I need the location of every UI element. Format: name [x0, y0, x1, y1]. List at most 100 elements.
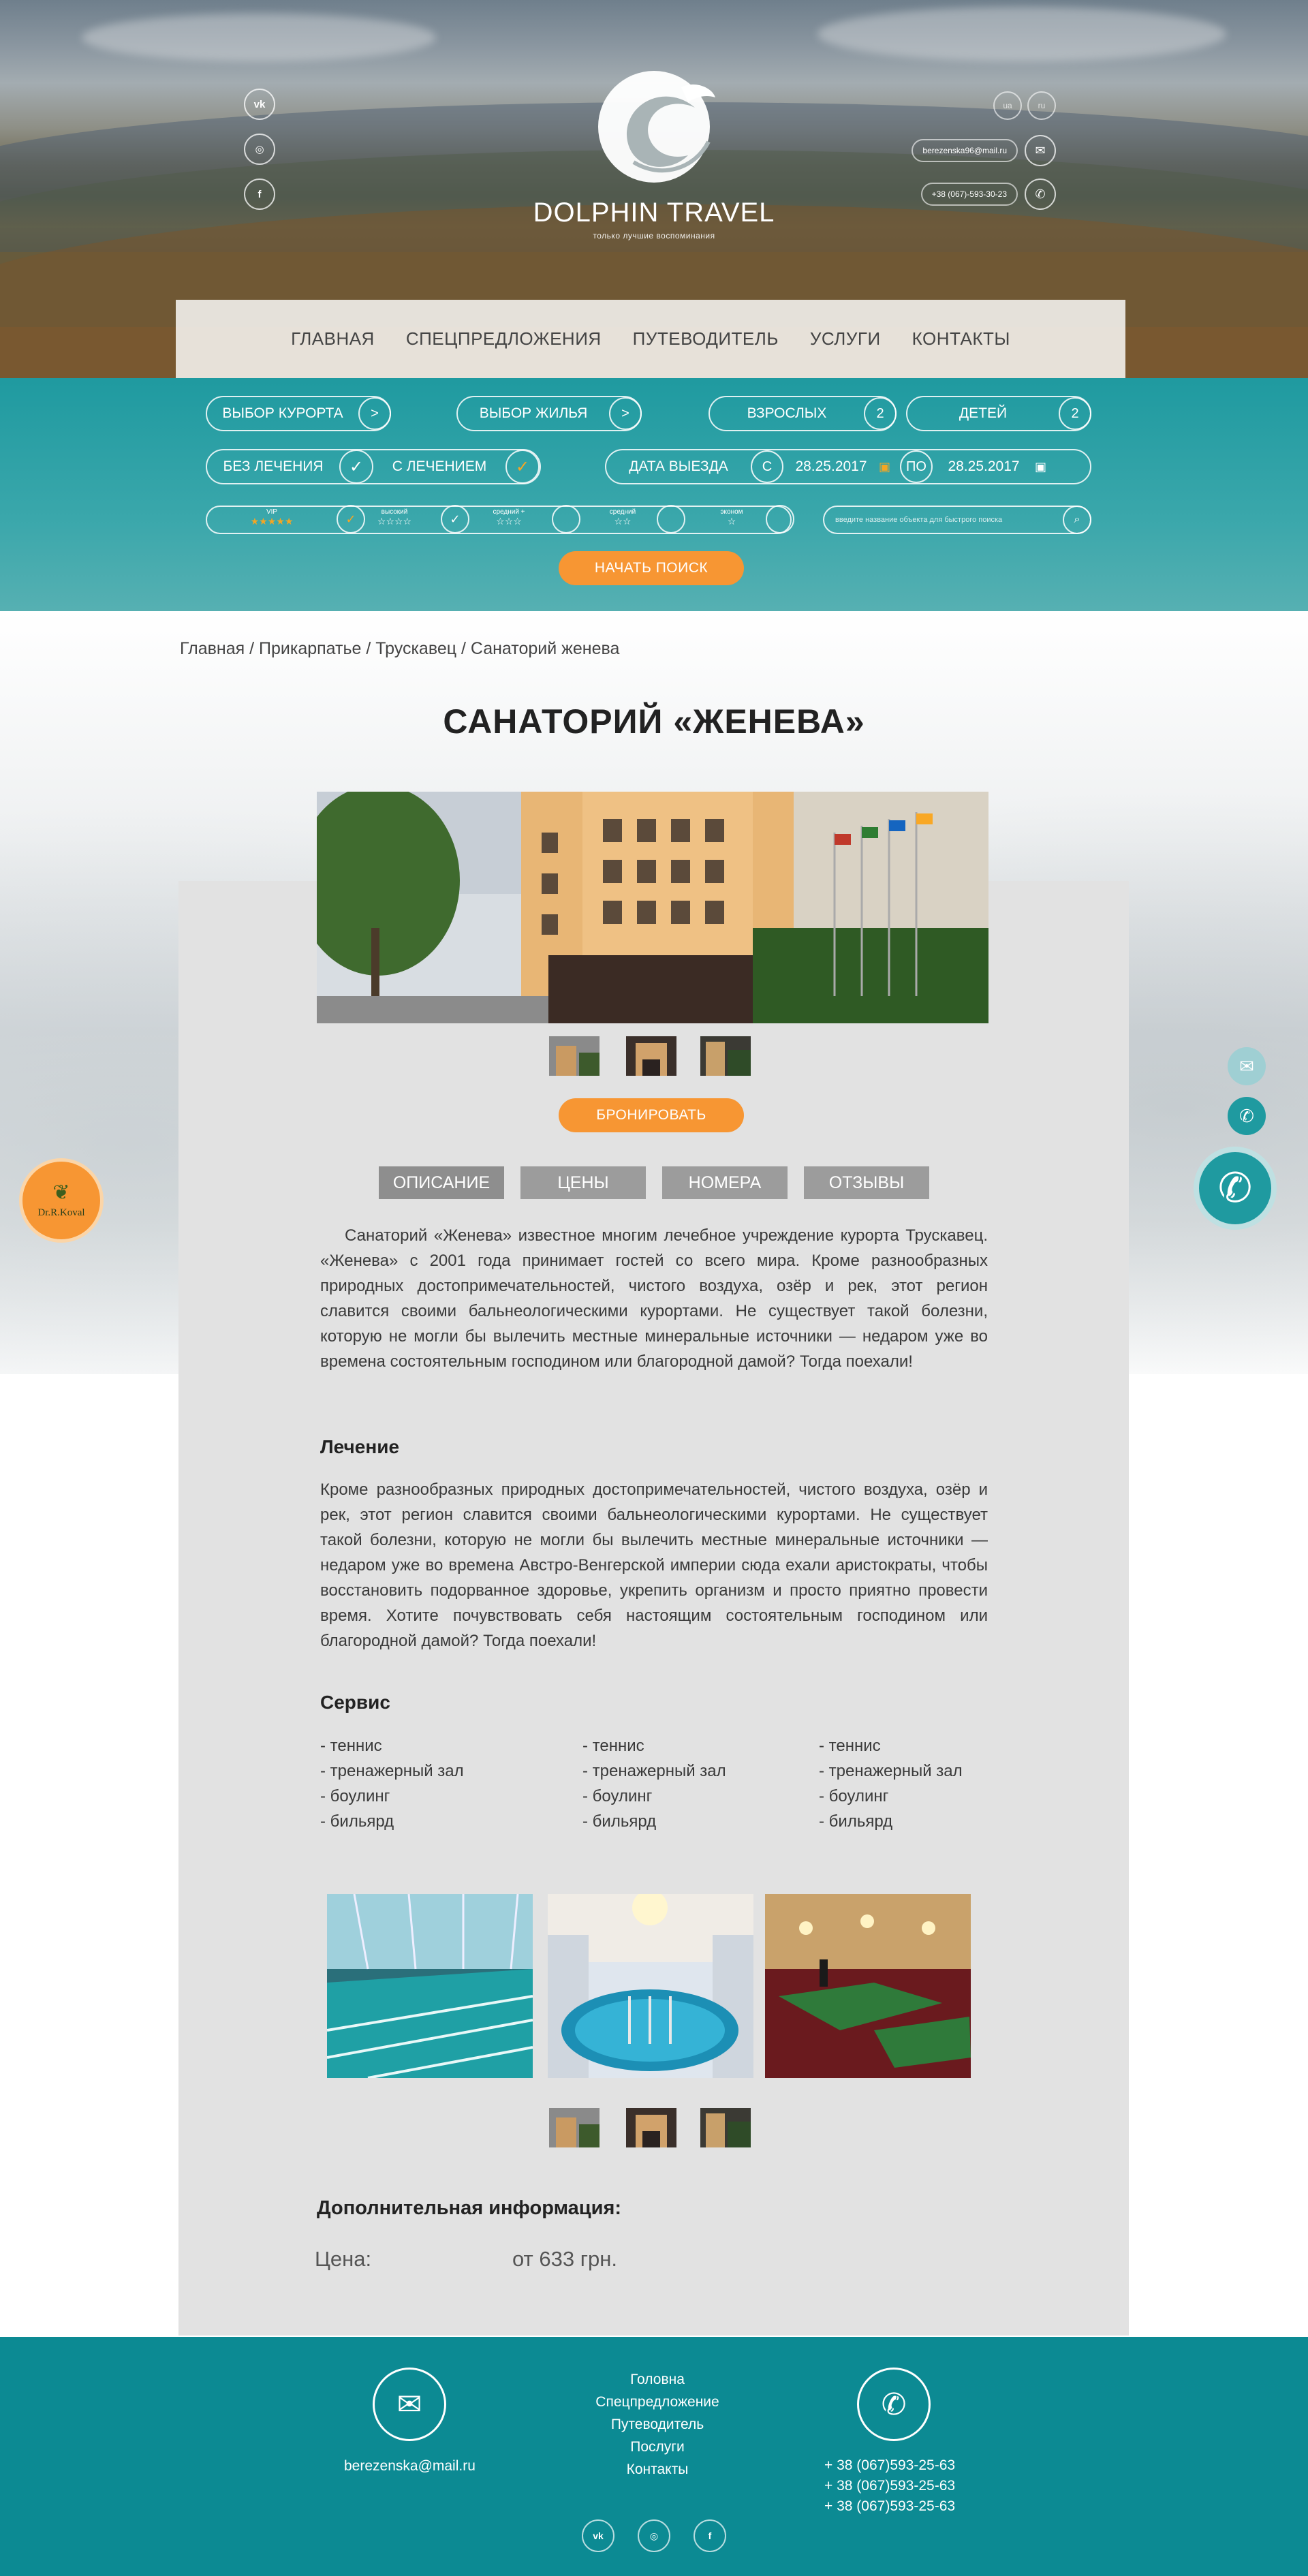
service-item: - бильярд	[582, 1812, 657, 1831]
facebook-icon[interactable]: f	[244, 179, 275, 210]
nav-services[interactable]: УСЛУГИ	[810, 328, 881, 350]
service-list: - теннис - тренажерный зал - боулинг - б…	[819, 1733, 963, 1834]
site-logo[interactable]: DOLPHIN TRAVEL только лучшие воспоминани…	[531, 60, 777, 240]
class-vip[interactable]: VIP ★★★★★ ✓	[228, 505, 365, 533]
quick-search-input[interactable]: введите название объекта для быстрого по…	[823, 506, 1091, 534]
footer-email[interactable]: berezenska@mail.ru	[344, 2458, 476, 2474]
footer-phone[interactable]: + 38 (067)593-25-63	[824, 2476, 955, 2496]
nav-guide[interactable]: ПУТЕВОДИТЕЛЬ	[633, 328, 779, 350]
with-treatment-label: С ЛЕЧЕНИЕМ	[392, 459, 487, 474]
footer-nav-services[interactable]: Послуги	[559, 2436, 756, 2458]
class-stars: ☆	[727, 516, 736, 527]
footer-phone[interactable]: + 38 (067)593-25-63	[824, 2496, 955, 2517]
header-phone[interactable]: +38 (067)-593-30-23	[920, 183, 1018, 206]
callback-button[interactable]: ✆	[1194, 1147, 1277, 1230]
service-item: - тренажерный зал	[320, 1762, 464, 1780]
chevron-right-icon[interactable]: >	[358, 397, 391, 430]
footer-nav-contacts[interactable]: Контакты	[559, 2458, 756, 2481]
service-item: - боулинг	[582, 1787, 653, 1805]
children-count[interactable]: 2	[1059, 397, 1091, 430]
footer-phone-icon[interactable]: ✆	[857, 2368, 931, 2441]
phone-icon[interactable]: ✆	[1025, 179, 1056, 210]
lang-ru[interactable]: ru	[1027, 91, 1056, 120]
class-economy[interactable]: эконом ☆	[698, 505, 794, 533]
to-date[interactable]: 28.25.2017	[933, 459, 1035, 475]
no-treatment-check-icon[interactable]: ✓	[339, 450, 373, 484]
footer-nav: Головна Спецпредложение Путеводитель Пос…	[559, 2368, 756, 2481]
lang-ua[interactable]: ua	[993, 91, 1022, 120]
hero-banner: vk ◎ f DOLPHIN TRAVEL только лучшие восп…	[0, 0, 1308, 378]
header-email[interactable]: berezenska96@mail.ru	[912, 139, 1018, 162]
housing-label: ВЫБОР ЖИЛЬЯ	[479, 405, 588, 421]
treatment-toggle: БЕЗ ЛЕЧЕНИЯ ✓ С ЛЕЧЕНИЕМ ✓	[206, 449, 541, 484]
nav-offers[interactable]: СПЕЦПРЕДЛОЖЕНИЯ	[406, 328, 602, 350]
class-stars: ☆☆☆☆	[377, 516, 412, 527]
tab-prices[interactable]: ЦЕНЫ	[520, 1166, 646, 1199]
side-phone-button[interactable]: ✆	[1228, 1097, 1266, 1135]
footer-phones: + 38 (067)593-25-63 + 38 (067)593-25-63 …	[824, 2455, 955, 2517]
footer-envelope-icon[interactable]: ✉	[373, 2368, 446, 2441]
calendar-icon[interactable]: ▣	[879, 460, 890, 474]
photo-thumbnail[interactable]	[700, 2108, 751, 2147]
photo-thumbnail[interactable]	[549, 1036, 600, 1076]
footer-phone[interactable]: + 38 (067)593-25-63	[824, 2455, 955, 2476]
tab-rooms[interactable]: НОМЕРА	[662, 1166, 788, 1199]
children-stepper[interactable]: ДЕТЕЙ 2	[906, 396, 1091, 431]
price-label: Цена:	[315, 2247, 372, 2271]
tab-description[interactable]: ОПИСАНИЕ	[379, 1166, 504, 1199]
from-date[interactable]: 28.25.2017	[783, 459, 879, 475]
calendar-icon[interactable]: ▣	[1035, 460, 1046, 474]
hotel-main-photo[interactable]	[317, 792, 988, 1023]
instagram-icon[interactable]: ◎	[638, 2519, 670, 2552]
class-stars: ★★★★★	[250, 516, 294, 527]
nav-home[interactable]: ГЛАВНАЯ	[291, 328, 375, 350]
resort-select[interactable]: ВЫБОР КУРОРТА >	[206, 396, 391, 431]
check-circle-icon[interactable]	[657, 505, 685, 533]
instagram-icon[interactable]: ◎	[244, 134, 275, 165]
cloud	[82, 14, 436, 61]
facebook-icon[interactable]: f	[694, 2519, 726, 2552]
check-circle-icon[interactable]	[766, 505, 794, 533]
housing-select[interactable]: ВЫБОР ЖИЛЬЯ >	[456, 396, 642, 431]
footer-nav-home[interactable]: Головна	[559, 2368, 756, 2391]
vk-icon[interactable]: vk	[244, 89, 275, 120]
search-icon[interactable]: ⌕	[1063, 506, 1091, 534]
logo-name: DOLPHIN TRAVEL	[533, 198, 775, 228]
service-item: - тренажерный зал	[819, 1762, 963, 1780]
tab-reviews[interactable]: ОТЗЫВЫ	[804, 1166, 929, 1199]
no-treatment-label: БЕЗ ЛЕЧЕНИЯ	[223, 459, 324, 474]
vk-icon[interactable]: vk	[582, 2519, 614, 2552]
gallery-photo-indoor-pool[interactable]	[548, 1894, 753, 2078]
start-search-button[interactable]: НАЧАТЬ ПОИСК	[559, 551, 744, 585]
class-middle-plus[interactable]: средний + ☆☆☆	[471, 505, 580, 533]
photo-thumbnail[interactable]	[626, 2108, 676, 2147]
envelope-icon[interactable]: ✉	[1025, 135, 1056, 166]
service-item: - боулинг	[819, 1787, 889, 1805]
footer-nav-offers[interactable]: Спецпредложение	[559, 2391, 756, 2413]
adults-stepper[interactable]: ВЗРОСЛЫХ 2	[708, 396, 897, 431]
photo-thumbnail[interactable]	[626, 1036, 676, 1076]
search-panel: ВЫБОР КУРОРТА > ВЫБОР ЖИЛЬЯ > ВЗРОСЛЫХ 2…	[0, 378, 1308, 611]
book-button[interactable]: БРОНИРОВАТЬ	[559, 1098, 744, 1132]
photo-thumbnail[interactable]	[700, 1036, 751, 1076]
class-middle[interactable]: средний ☆☆	[589, 505, 685, 533]
class-high[interactable]: высокий ☆☆☆☆ ✓	[350, 505, 469, 533]
with-treatment-check-icon[interactable]: ✓	[505, 450, 540, 484]
nav-contacts[interactable]: КОНТАКТЫ	[912, 328, 1010, 350]
gallery-photo-billiards[interactable]	[765, 1894, 971, 2078]
gallery-photo-gym-pool[interactable]	[327, 1894, 533, 2078]
class-label: VIP	[266, 508, 278, 516]
check-circle-icon[interactable]	[552, 505, 580, 533]
adults-count[interactable]: 2	[864, 397, 897, 430]
side-mail-button[interactable]: ✉	[1228, 1047, 1266, 1085]
footer-nav-guide[interactable]: Путеводитель	[559, 2413, 756, 2436]
resort-label: ВЫБОР КУРОРТА	[222, 405, 343, 421]
service-list: - теннис - тренажерный зал - боулинг - б…	[320, 1733, 464, 1834]
breadcrumb[interactable]: Главная / Прикарпатье / Трускавец / Сана…	[180, 639, 619, 659]
photo-thumbnail[interactable]	[549, 2108, 600, 2147]
chevron-right-icon[interactable]: >	[609, 397, 642, 430]
envelope-icon: ✉	[1239, 1055, 1254, 1076]
extra-info-heading: Дополнительная информация:	[317, 2197, 622, 2219]
dr-koval-badge[interactable]: ❦ Dr.R.Koval	[19, 1158, 104, 1243]
check-icon[interactable]: ✓	[441, 505, 469, 533]
